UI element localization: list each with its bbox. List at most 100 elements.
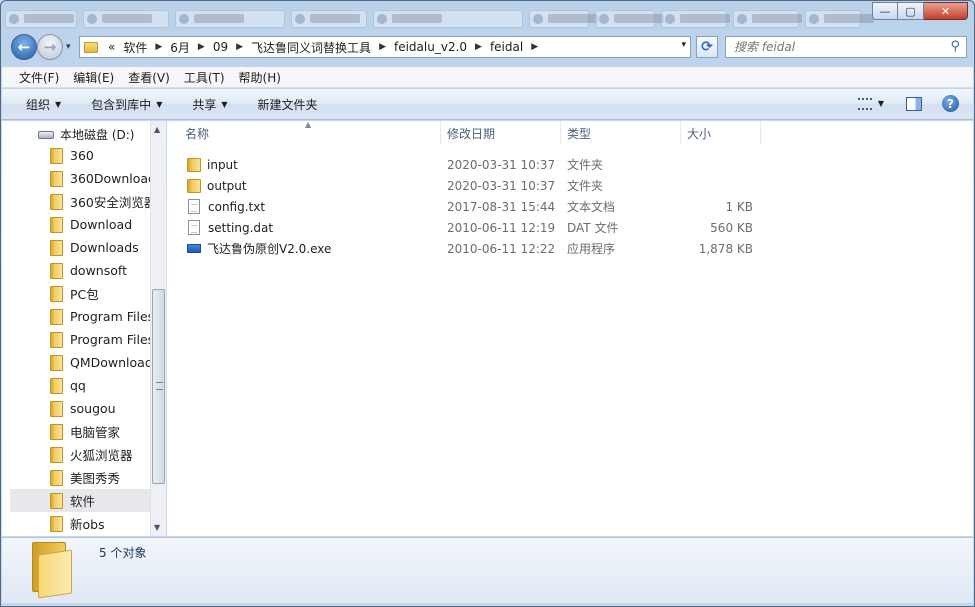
- tree-item-label: Program Files: [70, 309, 150, 324]
- item-count: 5 个对象: [99, 546, 147, 560]
- breadcrumb-item[interactable]: 09: [209, 37, 232, 57]
- scroll-down-icon[interactable]: ▼: [154, 523, 160, 532]
- navigation-pane: 本地磁盘 (D:) 360 360Download 360安全浏览器 Downl…: [2, 121, 166, 536]
- tree-item-label: downsoft: [70, 263, 127, 278]
- folder-icon: [50, 515, 63, 532]
- menu-view[interactable]: 查看(V): [121, 69, 177, 86]
- command-bar: 组织 ▼ 包含到库中 ▼ 共享 ▼ 新建文件夹 ▼ ?: [2, 89, 973, 120]
- menu-file[interactable]: 文件(F): [12, 69, 66, 86]
- file-name-cell: config.txt: [167, 199, 437, 214]
- share-button[interactable]: 共享 ▼: [182, 96, 237, 113]
- chevron-down-icon[interactable]: ▼: [878, 99, 884, 108]
- file-name: setting.dat: [208, 220, 274, 235]
- tree-item-label: 火狐浏览器: [70, 448, 133, 463]
- file-date: 2020-03-31 10:37: [447, 178, 556, 193]
- drive-item[interactable]: 本地磁盘 (D:): [38, 126, 134, 143]
- tree-item[interactable]: Downloads: [2, 236, 150, 259]
- column-headers: 名称 ▲ 修改日期 类型 大小: [167, 120, 761, 145]
- column-header-name[interactable]: 名称 ▲: [167, 120, 441, 145]
- address-dropdown-icon[interactable]: ▾: [681, 40, 686, 50]
- breadcrumb-item[interactable]: feidalu_v2.0: [390, 37, 471, 57]
- tree-item-label: PC包: [70, 287, 99, 302]
- tree-item[interactable]: qq: [2, 374, 150, 397]
- breadcrumb-item[interactable]: 飞达鲁同义词替换工具: [247, 37, 375, 57]
- file-date: 2017-08-31 15:44: [447, 199, 556, 214]
- tree-item[interactable]: 电脑管家: [2, 420, 150, 443]
- breadcrumb-item[interactable]: 6月: [166, 37, 194, 57]
- column-header-size[interactable]: 大小: [681, 121, 761, 145]
- folder-icon: [50, 262, 63, 279]
- folder-icon: [50, 446, 63, 463]
- folder-icon: [50, 239, 63, 256]
- breadcrumb-item[interactable]: 软件: [119, 37, 151, 57]
- tree-item[interactable]: QMDownload: [2, 351, 150, 374]
- sort-ascending-icon: ▲: [305, 120, 312, 129]
- menu-tools[interactable]: 工具(T): [177, 69, 232, 86]
- folder-icon: [50, 423, 63, 440]
- large-folder-icon: [32, 542, 72, 599]
- maximize-button[interactable]: ▢: [898, 2, 924, 20]
- folder-icon: [84, 41, 98, 53]
- menu-edit[interactable]: 编辑(E): [66, 69, 121, 86]
- view-options-icon[interactable]: [857, 97, 872, 110]
- preview-pane-icon[interactable]: [906, 96, 922, 111]
- back-button[interactable]: ←: [11, 34, 37, 60]
- column-header-date[interactable]: 修改日期: [441, 121, 561, 145]
- recent-pages-dropdown[interactable]: ▾: [66, 42, 71, 52]
- ghost-tab: [595, 10, 664, 28]
- ghost-tab: [5, 10, 77, 28]
- tree-item[interactable]: Download: [2, 213, 150, 236]
- tree-item[interactable]: 360安全浏览器: [2, 190, 150, 213]
- tree-item[interactable]: 360Download: [2, 167, 150, 190]
- scroll-up-icon[interactable]: ▲: [154, 125, 160, 134]
- address-bar[interactable]: « 软件 ▶ 6月 ▶ 09 ▶ 飞达鲁同义词替换工具 ▶ feidalu_v2…: [79, 36, 691, 58]
- file-row[interactable]: config.txt 2017-08-31 15:44 文本文档 1 KB: [167, 196, 753, 217]
- file-row[interactable]: output 2020-03-31 10:37 文件夹: [167, 175, 753, 196]
- chevron-down-icon: ▼: [221, 99, 228, 109]
- file-name: config.txt: [208, 199, 266, 214]
- column-header-type[interactable]: 类型: [561, 121, 681, 145]
- file-row[interactable]: 飞达鲁伪原创V2.0.exe 2010-06-11 12:22 应用程序 1,8…: [167, 238, 753, 259]
- new-folder-button[interactable]: 新建文件夹: [248, 96, 328, 113]
- file-icon: [188, 220, 200, 235]
- tree-item[interactable]: downsoft: [2, 259, 150, 282]
- file-row[interactable]: input 2020-03-31 10:37 文件夹: [167, 154, 753, 175]
- organize-label: 组织: [26, 97, 51, 112]
- scrollbar-thumb[interactable]: [152, 289, 165, 484]
- breadcrumb-separator[interactable]: ▶: [194, 42, 209, 52]
- folder-icon: [50, 400, 63, 417]
- organize-button[interactable]: 组织 ▼: [16, 96, 71, 113]
- close-button[interactable]: ✕: [924, 2, 968, 20]
- tree-item[interactable]: 新obs: [2, 512, 150, 535]
- breadcrumb-separator[interactable]: ▶: [375, 42, 390, 52]
- tree-item[interactable]: 360: [2, 144, 150, 167]
- tree-item[interactable]: 火狐浏览器: [2, 443, 150, 466]
- breadcrumb-separator[interactable]: ▶: [232, 42, 247, 52]
- tree-item[interactable]: Program Files: [2, 305, 150, 328]
- breadcrumb-separator[interactable]: ▶: [527, 42, 542, 52]
- search-icon[interactable]: ⚲: [950, 39, 960, 54]
- column-name-label: 名称: [185, 126, 210, 141]
- file-row[interactable]: setting.dat 2010-06-11 12:19 DAT 文件 560 …: [167, 217, 753, 238]
- refresh-button[interactable]: ⟳: [696, 36, 718, 58]
- nav-scrollbar[interactable]: ▲ ▼: [150, 121, 166, 536]
- tree-item[interactable]: sougou: [2, 397, 150, 420]
- folder-icon: [50, 170, 63, 187]
- breadcrumb-overflow[interactable]: «: [104, 37, 119, 57]
- tree-item[interactable]: 美图秀秀: [2, 466, 150, 489]
- forward-button[interactable]: →: [37, 34, 63, 60]
- search-box[interactable]: ⚲: [725, 36, 967, 58]
- file-name: output: [207, 178, 247, 193]
- minimize-button[interactable]: —: [872, 2, 898, 20]
- tree-item-selected[interactable]: 软件: [10, 489, 150, 512]
- help-icon[interactable]: ?: [942, 95, 959, 112]
- tree-item[interactable]: Program Files: [2, 328, 150, 351]
- search-input[interactable]: [734, 40, 934, 54]
- breadcrumb-separator[interactable]: ▶: [471, 42, 486, 52]
- tree-item[interactable]: PC包: [2, 282, 150, 305]
- include-in-library-button[interactable]: 包含到库中 ▼: [81, 96, 172, 113]
- grip-icon: [156, 382, 163, 390]
- menu-help[interactable]: 帮助(H): [232, 69, 288, 86]
- breadcrumb-separator[interactable]: ▶: [151, 42, 166, 52]
- breadcrumb-item[interactable]: feidal: [486, 37, 527, 57]
